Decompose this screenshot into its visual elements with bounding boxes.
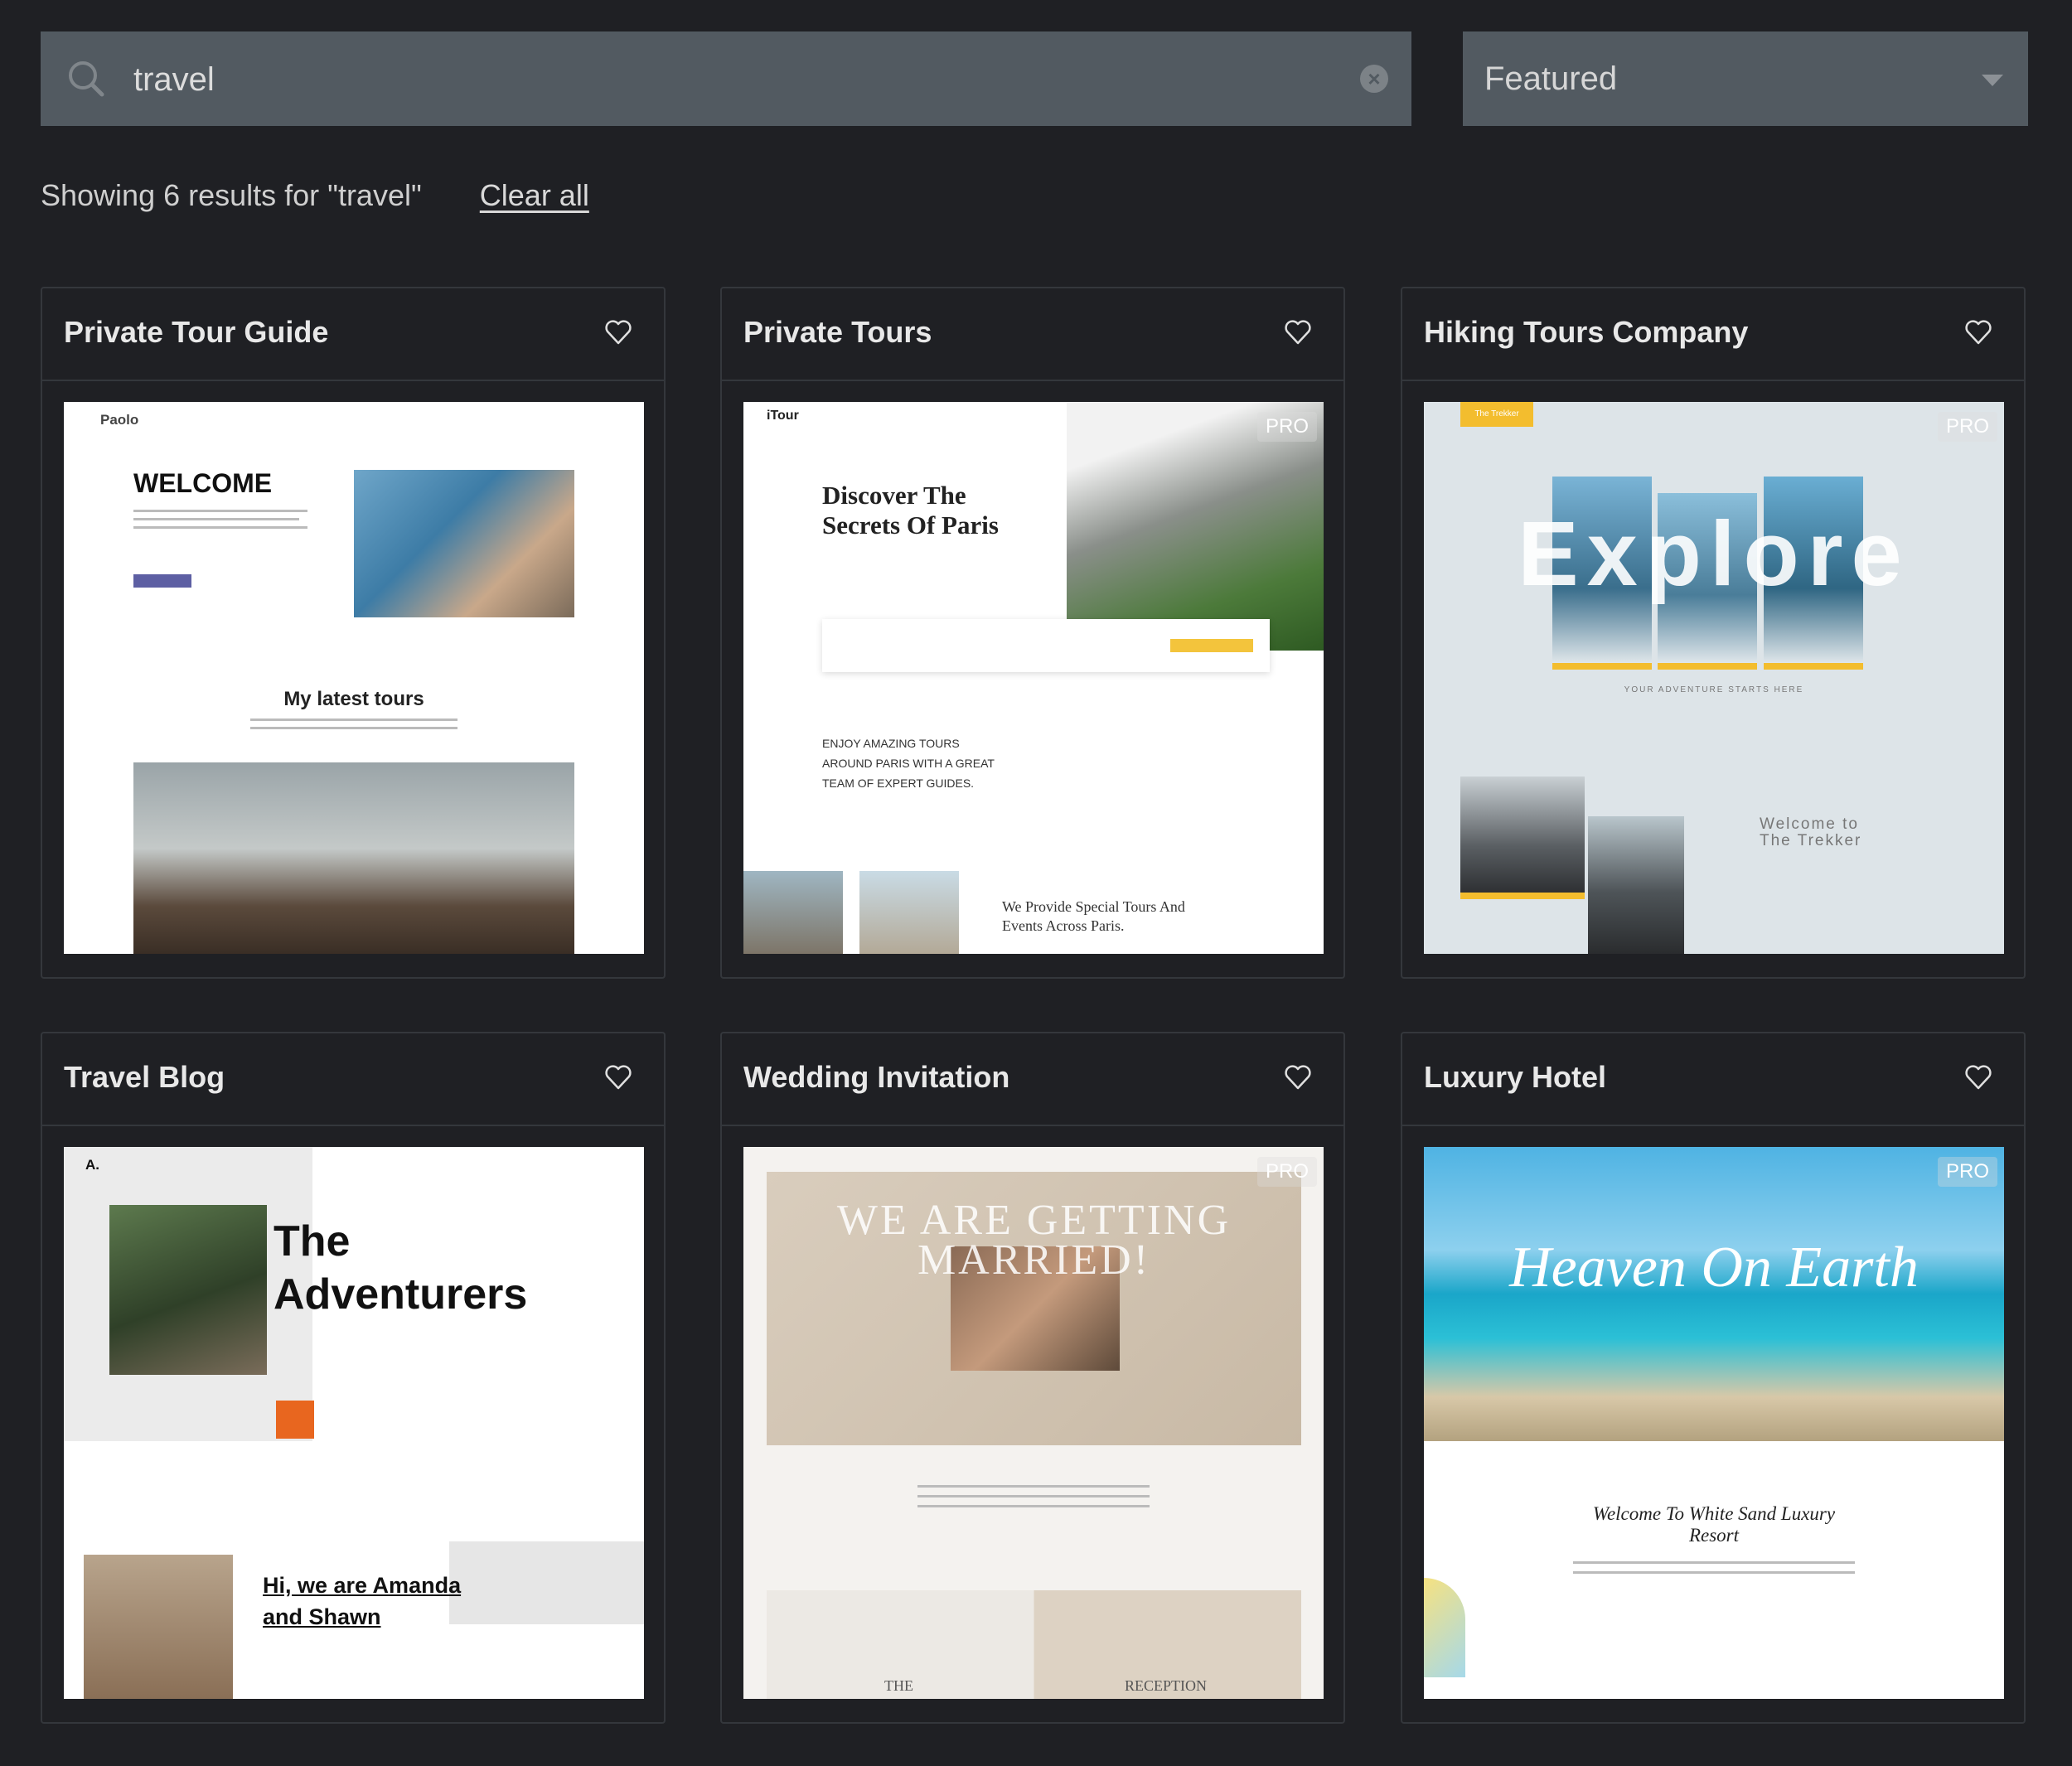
preview-footer: We Provide Special Tours And Events Acro… (1002, 898, 1185, 934)
pro-badge: PRO (1937, 412, 1997, 442)
preview-headline: Explore (1518, 503, 1910, 605)
heart-icon[interactable] (1284, 1063, 1312, 1091)
template-card[interactable]: Wedding Invitation WE ARE GETTING MARRIE… (720, 1032, 1345, 1724)
card-title: Hiking Tours Company (1424, 315, 1749, 349)
template-preview[interactable]: The Trekker Explore YOUR ADVENTURE START… (1424, 402, 2004, 954)
preview-brand: Paolo (100, 412, 139, 428)
clear-search-icon[interactable]: × (1360, 65, 1388, 93)
clear-all-link[interactable]: Clear all (480, 178, 589, 212)
template-preview[interactable]: WE ARE GETTING MARRIED! THE RECEPTION PR… (743, 1147, 1324, 1699)
template-card[interactable]: Hiking Tours Company The Trekker Explore… (1401, 287, 2026, 979)
preview-headline: WE ARE GETTING MARRIED! (836, 1197, 1232, 1284)
template-card[interactable]: Travel Blog A. The Adventurers Hi, we ar… (41, 1032, 666, 1724)
search-icon (69, 61, 104, 97)
pro-badge: PRO (1256, 1157, 1317, 1187)
card-header: Luxury Hotel (1402, 1033, 2024, 1126)
preview-headline: WELCOME (133, 468, 273, 498)
preview-headline: Heaven On Earth (1509, 1236, 1919, 1299)
preview-tagline: ENJOY AMAZING TOURS AROUND PARIS WITH A … (822, 737, 995, 790)
card-header: Private Tours (722, 288, 1343, 381)
sort-dropdown[interactable]: Featured (1463, 31, 2028, 126)
template-preview[interactable]: Paolo WELCOME My latest tours (64, 402, 644, 954)
heart-icon[interactable] (1284, 318, 1312, 346)
template-preview[interactable]: iTour Discover The Secrets Of Paris ENJO… (743, 402, 1324, 954)
sort-selected-value: Featured (1484, 60, 1618, 97)
preview-section: My latest tours (283, 688, 424, 710)
heart-icon[interactable] (604, 1063, 632, 1091)
search-input[interactable] (132, 31, 1295, 128)
template-preview[interactable]: Heaven On Earth Welcome To White Sand Lu… (1424, 1147, 2004, 1699)
pro-badge: PRO (1256, 412, 1317, 442)
card-header: Wedding Invitation (722, 1033, 1343, 1126)
template-card[interactable]: Private Tours iTour Discover The Secrets… (720, 287, 1345, 979)
results-summary: Showing 6 results for "travel" Clear all (41, 178, 589, 213)
template-card[interactable]: Private Tour Guide Paolo WELCOME My late… (41, 287, 666, 979)
card-title: Private Tour Guide (64, 315, 329, 349)
pro-badge: PRO (1937, 1157, 1997, 1187)
search-bar[interactable]: × (41, 31, 1411, 128)
card-title: Wedding Invitation (743, 1060, 1010, 1094)
heart-icon[interactable] (604, 318, 632, 346)
template-preview[interactable]: A. The Adventurers Hi, we are Amanda and… (64, 1147, 644, 1699)
heart-icon[interactable] (1964, 318, 1992, 346)
preview-section: Hi, we are Amanda and Shawn (263, 1573, 462, 1629)
template-card[interactable]: Luxury Hotel Heaven On Earth Welcome To … (1401, 1032, 2026, 1724)
preview-right-label: RECEPTION (1125, 1677, 1207, 1694)
preview-section: Welcome to The Trekker (1760, 815, 1862, 849)
card-title: Private Tours (743, 315, 932, 349)
card-title: Luxury Hotel (1424, 1060, 1607, 1094)
card-header: Travel Blog (42, 1033, 664, 1126)
preview-brand: iTour (767, 409, 799, 423)
preview-tagline: YOUR ADVENTURE STARTS HERE (1624, 685, 1804, 694)
preview-section: Welcome To White Sand Luxury Resort (1592, 1503, 1836, 1546)
heart-icon[interactable] (1964, 1063, 1992, 1091)
preview-brand: A. (85, 1157, 99, 1173)
results-text: Showing 6 results for "travel" (41, 178, 422, 212)
preview-brand: The Trekker (1460, 402, 1533, 427)
preview-headline: Discover The Secrets Of Paris (822, 481, 999, 539)
preview-left-label: THE (884, 1677, 913, 1694)
card-title: Travel Blog (64, 1060, 225, 1094)
card-header: Private Tour Guide (42, 288, 664, 381)
caret-down-icon (1982, 75, 2003, 86)
card-header: Hiking Tours Company (1402, 288, 2024, 381)
preview-headline: The Adventurers (274, 1217, 528, 1318)
